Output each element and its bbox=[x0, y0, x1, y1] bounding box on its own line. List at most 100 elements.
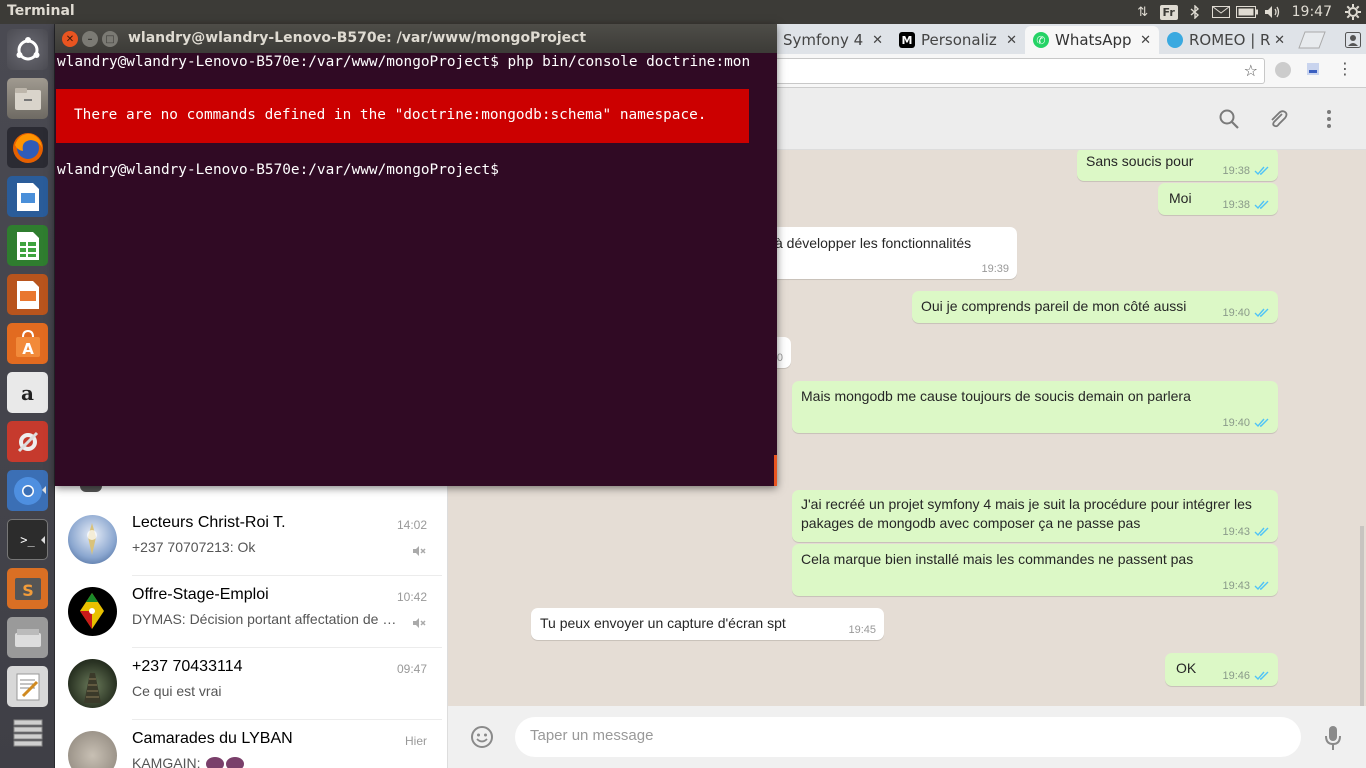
close-tab-icon[interactable]: ✕ bbox=[1140, 33, 1151, 48]
sublime-text-icon[interactable]: S bbox=[7, 568, 48, 609]
profile-icon[interactable] bbox=[1339, 26, 1366, 54]
read-receipt-icon bbox=[1254, 581, 1269, 591]
chat-name: Lecteurs Christ-Roi T. bbox=[132, 514, 286, 531]
emoji-icon[interactable] bbox=[470, 725, 494, 749]
message-text: Tu peux envoyer un capture d'écran spt bbox=[540, 615, 786, 631]
system-settings-icon[interactable] bbox=[7, 421, 48, 462]
message-bubble-out[interactable]: J'ai recréé un projet symfony 4 mais je … bbox=[792, 490, 1278, 542]
running-indicator bbox=[41, 536, 45, 544]
message-input[interactable]: Taper un message bbox=[515, 717, 1301, 757]
chromium-icon[interactable] bbox=[7, 470, 48, 511]
bookmark-star-icon[interactable]: ☆ bbox=[1244, 61, 1258, 80]
tab-label: ROMEO | R bbox=[1189, 31, 1271, 49]
muted-icon bbox=[413, 546, 426, 556]
message-text-line-1: J'ai recréé un projet symfony 4 mais je … bbox=[801, 496, 1252, 512]
close-icon[interactable]: ✕ bbox=[62, 31, 78, 47]
extension-icon-2[interactable] bbox=[1305, 61, 1321, 77]
gear-icon[interactable] bbox=[1340, 0, 1366, 24]
extension-icon[interactable] bbox=[1275, 62, 1291, 78]
message-time: 19:45 bbox=[848, 624, 876, 636]
menu-icon[interactable] bbox=[1318, 108, 1340, 130]
network-transfer-icon[interactable]: ⇅ bbox=[1130, 0, 1156, 24]
volume-icon[interactable] bbox=[1260, 0, 1286, 24]
clock[interactable]: 19:47 bbox=[1286, 4, 1340, 20]
lang-label: Fr bbox=[1159, 4, 1178, 20]
avatar-partial bbox=[80, 486, 102, 492]
chrome-menu-icon[interactable]: ⋮ bbox=[1337, 59, 1353, 78]
attach-icon[interactable] bbox=[1267, 108, 1289, 130]
chat-item-phone-70433114[interactable]: +237 70433114 09:47 Ce qui est vrai bbox=[55, 648, 448, 720]
tab-whatsapp[interactable]: ✆ WhatsApp ✕ bbox=[1025, 26, 1159, 54]
terminal-titlebar[interactable]: ✕ – □ wlandry@wlandry-Lenovo-B570e: /var… bbox=[55, 24, 777, 53]
close-tab-icon[interactable]: ✕ bbox=[1006, 33, 1017, 48]
message-bubble-out[interactable]: Cela marque bien installé mais les comma… bbox=[792, 544, 1278, 596]
chat-item-lecteurs[interactable]: Lecteurs Christ-Roi T. 14:02 +237 707072… bbox=[55, 504, 448, 576]
emoji-icon bbox=[226, 757, 245, 768]
message-bubble-in[interactable]: à développer les fonctionnalités 19:39 bbox=[748, 227, 1017, 279]
chat-time: Hier bbox=[404, 734, 427, 748]
files-icon[interactable] bbox=[7, 78, 48, 119]
text-editor-icon[interactable] bbox=[7, 666, 48, 707]
tab-personalize[interactable]: M Personaliz ✕ bbox=[891, 26, 1025, 54]
chat-name: Camarades du LYBAN bbox=[132, 730, 293, 747]
amazon-icon[interactable]: a bbox=[7, 372, 48, 413]
close-tab-icon[interactable]: ✕ bbox=[872, 33, 883, 48]
keyboard-layout-indicator[interactable]: Fr bbox=[1156, 0, 1182, 24]
svg-text:S: S bbox=[22, 581, 34, 600]
avatar bbox=[68, 515, 117, 564]
message-scrollbar[interactable] bbox=[1360, 526, 1364, 706]
message-bubble-out[interactable]: OK 19:46 bbox=[1165, 653, 1278, 686]
launcher: A a >_ S bbox=[0, 24, 55, 768]
bluetooth-icon[interactable] bbox=[1182, 0, 1208, 24]
address-bar: ☆ ⋮ bbox=[775, 54, 1366, 88]
chat-item-offre-stage[interactable]: Offre-Stage-Emploi 10:42 DYMAS: Décision… bbox=[55, 576, 448, 648]
terminal-output[interactable]: wlandry@wlandry-Lenovo-B570e:/var/www/mo… bbox=[55, 53, 777, 486]
message-bubble-out[interactable]: Moi 19:38 bbox=[1158, 183, 1278, 215]
software-center-icon[interactable]: A bbox=[7, 323, 48, 364]
message-text: Oui je comprends pareil de mon côté auss… bbox=[921, 298, 1187, 314]
tab-symfony[interactable]: Symfony 4 ✕ bbox=[775, 26, 891, 54]
message-time: 19:40 bbox=[1222, 307, 1250, 319]
close-tab-icon[interactable]: ✕ bbox=[1274, 33, 1285, 48]
terminal-resize-grip[interactable] bbox=[774, 455, 777, 486]
message-meta: 19:45 bbox=[848, 624, 876, 636]
new-tab-button[interactable] bbox=[1297, 26, 1331, 54]
scanner-icon[interactable] bbox=[7, 617, 48, 658]
message-meta: 19:40 bbox=[1222, 307, 1270, 319]
message-bubble-out[interactable]: Mais mongodb me cause toujours de soucis… bbox=[792, 381, 1278, 433]
running-indicator bbox=[42, 486, 46, 494]
libreoffice-impress-icon[interactable] bbox=[7, 274, 48, 315]
chat-name: Offre-Stage-Emploi bbox=[132, 586, 269, 603]
libreoffice-writer-icon[interactable] bbox=[7, 176, 48, 217]
battery-icon[interactable] bbox=[1234, 0, 1260, 24]
maximize-icon[interactable]: □ bbox=[102, 31, 118, 47]
chat-name: +237 70433114 bbox=[132, 658, 243, 675]
chat-item-camarades[interactable]: Camarades du LYBAN Hier KAMGAIN: bbox=[55, 720, 448, 768]
tab-romeo[interactable]: ROMEO | R ✕ bbox=[1159, 26, 1293, 54]
message-text: à développer les fonctionnalités bbox=[775, 235, 972, 251]
message-bubble-out[interactable]: Oui je comprends pareil de mon côté auss… bbox=[912, 291, 1278, 323]
ubuntu-dash-icon[interactable] bbox=[7, 29, 48, 70]
microphone-icon[interactable] bbox=[1324, 725, 1342, 751]
trash-icon[interactable] bbox=[7, 715, 48, 756]
chat-preview-text: KAMGAIN: bbox=[132, 755, 205, 768]
firefox-icon[interactable] bbox=[7, 127, 48, 168]
message-text: OK bbox=[1176, 660, 1197, 676]
message-bubble-in[interactable]: Tu peux envoyer un capture d'écran spt 1… bbox=[531, 608, 884, 640]
message-time: 19:38 bbox=[1222, 165, 1250, 177]
system-tray: ⇅ Fr 19:47 bbox=[1130, 0, 1366, 24]
terminal-window[interactable]: ✕ – □ wlandry@wlandry-Lenovo-B570e: /var… bbox=[55, 24, 777, 486]
terminal-command-line: wlandry@wlandry-Lenovo-B570e:/var/www/mo… bbox=[57, 54, 751, 70]
terminal-icon[interactable]: >_ bbox=[7, 519, 48, 560]
tab-label: Symfony 4 bbox=[783, 31, 864, 49]
search-icon[interactable] bbox=[1218, 108, 1240, 130]
minimize-icon[interactable]: – bbox=[82, 31, 98, 47]
url-input[interactable]: ☆ bbox=[775, 58, 1265, 84]
mail-icon[interactable] bbox=[1208, 0, 1234, 24]
libreoffice-calc-icon[interactable] bbox=[7, 225, 48, 266]
message-time: 19:43 bbox=[1222, 580, 1250, 592]
terminal-title: wlandry@wlandry-Lenovo-B570e: /var/www/m… bbox=[128, 30, 587, 46]
tab-strip: Symfony 4 ✕ M Personaliz ✕ ✆ WhatsApp ✕ … bbox=[775, 24, 1366, 54]
message-time: 0 bbox=[776, 352, 783, 364]
message-bubble-out[interactable]: Sans soucis pour 19:38 bbox=[1077, 150, 1278, 181]
